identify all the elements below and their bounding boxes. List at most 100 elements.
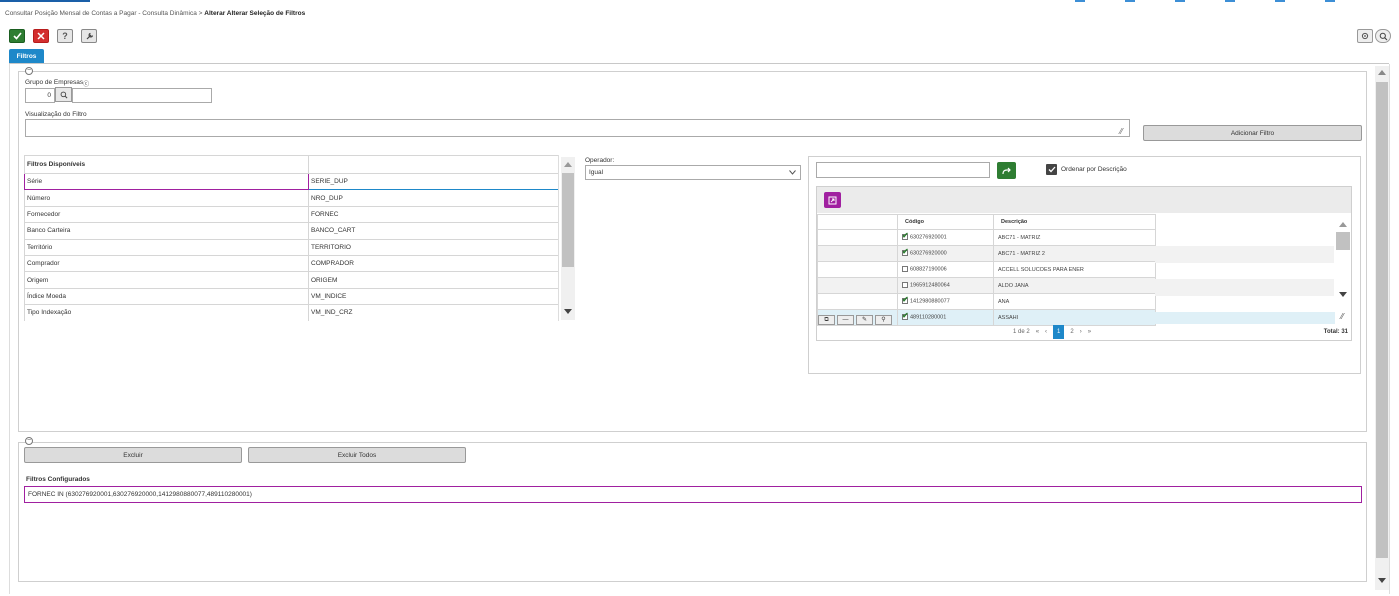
- table-cell[interactable]: VM_INDICE: [308, 287, 558, 306]
- page-2-button[interactable]: 2: [1070, 329, 1073, 335]
- cancel-button[interactable]: [33, 29, 49, 43]
- last-page-icon[interactable]: »: [1088, 329, 1091, 335]
- table-row[interactable]: 1965912480064 ALDO JANA: [817, 277, 1156, 294]
- resize-handle-icon[interactable]: ⁄⁄: [1120, 127, 1123, 136]
- excluir-todos-button[interactable]: Excluir Todos: [248, 447, 466, 463]
- table-cell[interactable]: Número: [24, 189, 309, 207]
- row-checkbox[interactable]: [902, 247, 909, 257]
- first-page-icon[interactable]: «: [1036, 329, 1039, 335]
- grid-scrollbar[interactable]: ⁄⁄: [1335, 214, 1351, 326]
- scroll-down-icon[interactable]: [1378, 578, 1386, 583]
- table-row[interactable]: Banco Carteira BANCO_CART: [24, 222, 558, 240]
- table-cell[interactable]: 630276920000: [897, 245, 994, 262]
- table-cell[interactable]: ALDO JANA: [993, 277, 1156, 294]
- grupo-empresas-lookup-button[interactable]: [55, 87, 72, 102]
- table-cell[interactable]: ANA: [993, 293, 1156, 310]
- table-cell[interactable]: Banco Carteira: [24, 222, 309, 240]
- table-cell[interactable]: 1965912480064: [897, 277, 994, 294]
- copy-icon[interactable]: ⧉: [818, 315, 835, 325]
- table-cell[interactable]: BANCO_CART: [308, 222, 558, 240]
- table-row[interactable]: Origem ORIGEM: [24, 271, 558, 289]
- table-cell[interactable]: 630276920001: [897, 229, 994, 246]
- table-row[interactable]: Fornecedor FORNEC: [24, 205, 558, 224]
- scroll-down-icon[interactable]: [564, 309, 572, 314]
- grupo-empresas-desc-input[interactable]: [72, 88, 212, 103]
- configured-filter-row[interactable]: FORNEC IN (630276920001,630276920000,141…: [24, 486, 1362, 503]
- table-cell[interactable]: ACCELL SOLUCOES PARA ENER: [993, 261, 1156, 278]
- page-search-button[interactable]: [1375, 29, 1391, 43]
- table-cell[interactable]: NRO_DUP: [308, 189, 558, 207]
- table-row[interactable]: 608827190006 ACCELL SOLUCOES PARA ENER: [817, 261, 1156, 278]
- table-cell[interactable]: TERRITORIO: [308, 238, 558, 256]
- scroll-up-icon[interactable]: [1339, 222, 1347, 227]
- table-cell[interactable]: Território: [24, 238, 309, 256]
- table-row[interactable]: Número NRO_DUP: [24, 189, 558, 207]
- table-cell[interactable]: 489110280001: [897, 309, 994, 326]
- adicionar-filtro-button[interactable]: Adicionar Filtro: [1143, 125, 1362, 141]
- excluir-button[interactable]: Excluir: [24, 447, 242, 463]
- table-cell[interactable]: ORIGEM: [308, 271, 558, 289]
- search-icon[interactable]: ⚲: [875, 315, 892, 325]
- table-row[interactable]: Série SERIE_DUP: [24, 172, 558, 191]
- settings-button[interactable]: [81, 29, 97, 43]
- table-cell[interactable]: Origem: [24, 271, 309, 289]
- table-cell[interactable]: SERIE_DUP: [308, 172, 558, 191]
- table-row[interactable]: 630276920000 ABC71 - MATRIZ 2: [817, 245, 1156, 262]
- table-cell[interactable]: COMPRADOR: [308, 254, 558, 273]
- table-cell[interactable]: Índice Moeda: [24, 287, 309, 306]
- visualizacao-textarea[interactable]: [25, 119, 1130, 137]
- grid-header-descricao[interactable]: Descrição: [993, 214, 1156, 230]
- minus-icon[interactable]: —: [837, 315, 854, 325]
- scroll-down-icon[interactable]: [1339, 292, 1347, 297]
- table-cell[interactable]: VM_IND_CRZ: [308, 304, 558, 321]
- table-row[interactable]: Território TERRITORIO: [24, 238, 558, 256]
- grid-scroll-thumb[interactable]: [1336, 232, 1350, 250]
- operador-value: Igual: [589, 169, 604, 176]
- tab-filtros[interactable]: Filtros: [9, 49, 44, 63]
- row-checkbox[interactable]: [902, 282, 908, 289]
- row-checkbox[interactable]: [902, 266, 908, 273]
- table-cell[interactable]: 1412980880077: [897, 293, 994, 310]
- lookup-search-input[interactable]: [816, 162, 990, 178]
- filtros-scrollbar[interactable]: [561, 157, 575, 320]
- ordenar-checkbox[interactable]: [1046, 164, 1057, 175]
- row-checkbox[interactable]: [902, 231, 909, 241]
- row-stripe: [1155, 312, 1335, 324]
- collapse-configured-panel-icon[interactable]: −: [25, 437, 33, 445]
- table-cell[interactable]: ABC71 - MATRIZ: [993, 229, 1156, 246]
- table-row[interactable]: Índice Moeda VM_INDICE: [24, 287, 558, 306]
- confirm-button[interactable]: [9, 29, 25, 43]
- table-cell[interactable]: Tipo Indexação: [24, 304, 309, 321]
- page-1-button[interactable]: 1: [1053, 325, 1065, 339]
- table-cell[interactable]: 608827190006: [897, 261, 994, 278]
- grid-expand-button[interactable]: [824, 192, 841, 208]
- operador-select[interactable]: Igual: [585, 165, 801, 180]
- grid-header-codigo[interactable]: Código: [897, 214, 994, 230]
- table-cell[interactable]: Fornecedor: [24, 205, 309, 224]
- collapse-filter-panel-icon[interactable]: −: [25, 67, 33, 75]
- row-checkbox[interactable]: [902, 295, 909, 305]
- table-row[interactable]: Comprador COMPRADOR: [24, 254, 558, 273]
- edit-icon[interactable]: ✎: [856, 315, 873, 325]
- table-row[interactable]: Tipo Indexação VM_IND_CRZ: [24, 304, 558, 321]
- help-button[interactable]: ?: [57, 29, 73, 43]
- next-page-icon[interactable]: ›: [1080, 329, 1082, 335]
- main-scrollbar[interactable]: [1375, 66, 1389, 590]
- table-row[interactable]: 630276920001 ABC71 - MATRIZ: [817, 229, 1156, 246]
- main-scroll-thumb[interactable]: [1376, 82, 1388, 558]
- scroll-up-icon[interactable]: [564, 162, 572, 167]
- scroll-up-icon[interactable]: [1378, 70, 1386, 75]
- options-button[interactable]: [1357, 29, 1373, 43]
- row-checkbox[interactable]: [902, 311, 909, 321]
- table-cell[interactable]: ABC71 - MATRIZ 2: [993, 245, 1156, 262]
- filtros-scroll-thumb[interactable]: [562, 173, 574, 267]
- breadcrumb-parent[interactable]: Consultar Posição Mensal de Contas a Pag…: [5, 10, 197, 17]
- lookup-go-button[interactable]: [997, 162, 1016, 179]
- table-cell[interactable]: FORNEC: [308, 205, 558, 224]
- table-cell[interactable]: Comprador: [24, 254, 309, 273]
- resize-handle-icon[interactable]: ⁄⁄: [1341, 312, 1344, 321]
- grupo-empresas-code-input[interactable]: 0: [25, 88, 55, 103]
- table-cell[interactable]: Série: [24, 172, 309, 191]
- table-row[interactable]: 1412980880077 ANA: [817, 293, 1156, 310]
- prev-page-icon[interactable]: ‹: [1045, 329, 1047, 335]
